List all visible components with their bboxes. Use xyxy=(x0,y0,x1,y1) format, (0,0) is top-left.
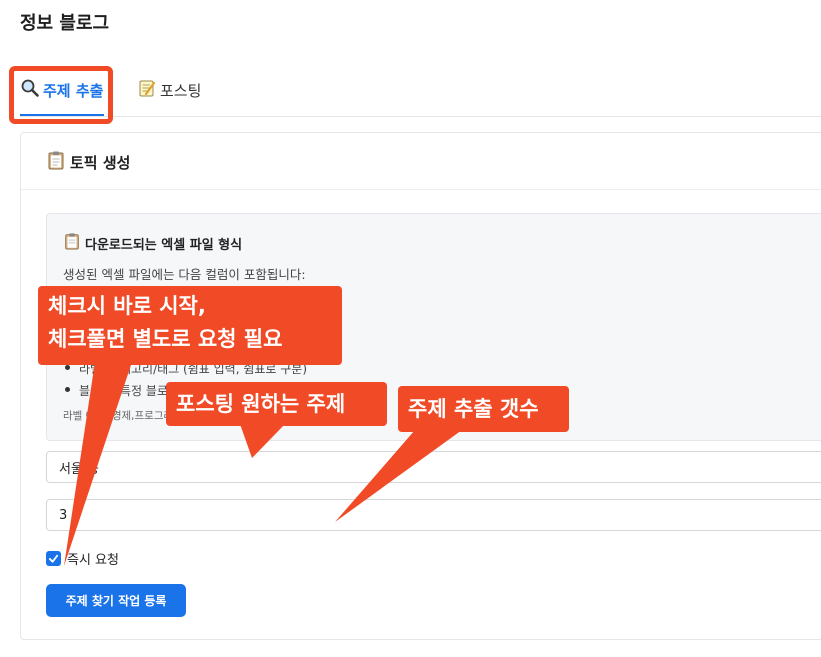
count-input[interactable] xyxy=(46,499,821,531)
tab-posting-label: 포스팅 xyxy=(160,81,202,100)
panel-title: 토픽 생성 xyxy=(46,150,130,174)
tab-bar: 주제 추출 포스팅 xyxy=(20,64,821,117)
info-title: 다운로드되는 엑셀 파일 형식 xyxy=(63,232,242,254)
annotation-line: 체크시 바로 시작, xyxy=(48,294,206,318)
panel-header: 토픽 생성 xyxy=(21,133,821,190)
clipboard-icon xyxy=(63,232,81,254)
topic-input[interactable] xyxy=(46,451,821,483)
app-title: 정보 블로그 xyxy=(20,13,110,34)
immediate-request-row[interactable]: 즉시 요청 xyxy=(46,549,119,568)
immediate-request-label: 즉시 요청 xyxy=(67,553,119,568)
tab-posting[interactable]: 포스팅 xyxy=(137,78,201,102)
submit-topic-job-button[interactable]: 주제 찾기 작업 등록 xyxy=(46,584,186,617)
immediate-request-checkbox[interactable] xyxy=(46,551,61,566)
info-description: 생성된 엑셀 파일에는 다음 컬럼이 포함됩니다: xyxy=(63,267,306,282)
panel-title-label: 토픽 생성 xyxy=(70,153,131,172)
memo-icon xyxy=(137,78,157,102)
info-title-label: 다운로드되는 엑셀 파일 형식 xyxy=(85,237,243,253)
clipboard-icon xyxy=(46,150,66,174)
annotation-checkbox-note: 체크시 바로 시작, 체크풀면 별도로 요청 필요 xyxy=(38,286,342,365)
annotation-topic-note: 포스팅 원하는 주제 xyxy=(166,382,387,426)
annotation-count-note: 주제 추출 갯수 xyxy=(398,386,569,432)
tab-highlight-box xyxy=(9,66,113,124)
annotation-line: 체크풀면 별도로 요청 필요 xyxy=(48,327,283,351)
check-icon xyxy=(48,554,59,563)
